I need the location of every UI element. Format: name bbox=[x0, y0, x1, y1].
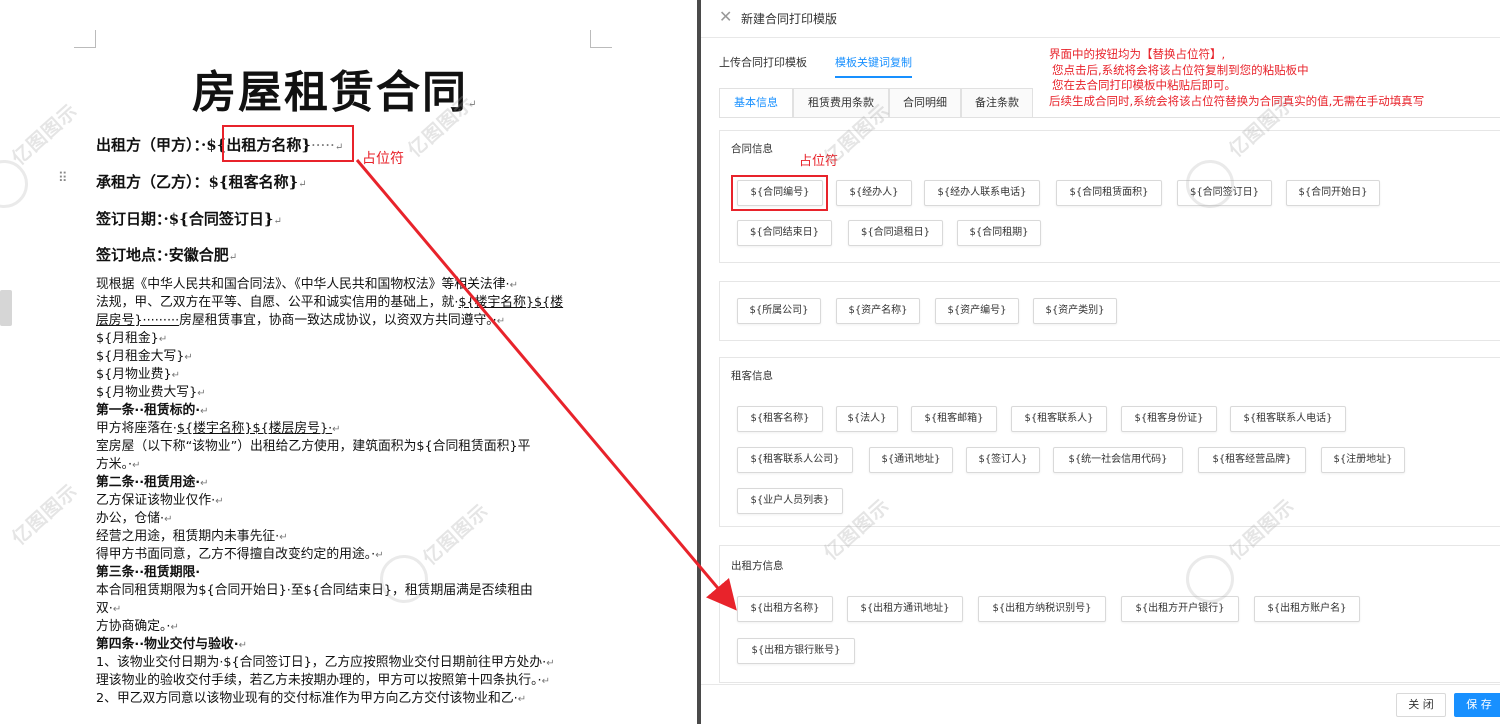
body-line: ${月租金}↵ bbox=[96, 331, 168, 346]
chip-tenant-email[interactable]: ${租客邮箱} bbox=[911, 406, 997, 432]
body-line: 方协商确定。·↵ bbox=[96, 619, 179, 634]
article-heading: 第二条··租赁用途·↵ bbox=[96, 475, 209, 490]
article-heading: 第一条··租赁标的·↵ bbox=[96, 403, 209, 418]
chip-lessor-address[interactable]: ${出租方通讯地址} bbox=[847, 596, 963, 622]
save-button[interactable]: 保 存 bbox=[1454, 693, 1500, 717]
body-line: 得甲方书面同意，乙方不得擅自改变约定的用途。·↵ bbox=[96, 547, 384, 562]
chip-lease-term[interactable]: ${合同租期} bbox=[957, 220, 1041, 246]
article-heading: 第三条··租赁期限· bbox=[96, 565, 201, 580]
chip-company[interactable]: ${所属公司} bbox=[737, 298, 821, 324]
chip-start-date[interactable]: ${合同开始日} bbox=[1286, 180, 1380, 206]
watermark: 亿图图示 bbox=[7, 479, 83, 550]
new-print-template-dialog: ✕ 新建合同打印模版 上传合同打印模板 模板关键词复制 界面中的按钮均为【替换占… bbox=[701, 0, 1500, 724]
chip-credit-code[interactable]: ${统一社会信用代码} bbox=[1053, 447, 1183, 473]
lessee-line: 承租方（乙方）：${租客名称}↵ bbox=[96, 173, 307, 191]
section-title: 出租方信息 bbox=[731, 560, 784, 572]
body-line: 经营之用途，租赁期内未事先征·↵ bbox=[96, 529, 288, 544]
chip-lessor-name[interactable]: ${出租方名称} bbox=[737, 596, 833, 622]
article-heading: 第四条··物业交付与验收·↵ bbox=[96, 637, 247, 652]
watermark: 亿图图示 bbox=[7, 99, 83, 170]
tabs-underline bbox=[719, 117, 1500, 118]
dialog-footer: 关 闭 保 存 bbox=[701, 684, 1500, 724]
tab-upload-template[interactable]: 上传合同打印模板 bbox=[719, 54, 807, 76]
chip-lessor-bank[interactable]: ${出租方开户银行} bbox=[1121, 596, 1239, 622]
body-line: 理该物业的验收交付手续，若乙方未按期办理的，甲方可以按照第十四条执行。·↵ bbox=[96, 673, 550, 688]
body-line: ${月物业费大写}↵ bbox=[96, 385, 206, 400]
chip-lessor-bank-account[interactable]: ${出租方银行账号} bbox=[737, 638, 855, 664]
body-line: 现根据《中华人民共和国合同法》、《中华人民共和国物权法》等相关法律·↵ bbox=[96, 277, 518, 292]
chip-legal-person[interactable]: ${法人} bbox=[836, 406, 898, 432]
chip-registered-address[interactable]: ${注册地址} bbox=[1321, 447, 1405, 473]
chip-end-date[interactable]: ${合同结束日} bbox=[737, 220, 832, 246]
instruction-note: 界面中的按钮均为【替换占位符】, 您点击后,系统将会将该占位符复制到您的粘贴板中… bbox=[1049, 47, 1425, 108]
contract-body: 现根据《中华人民共和国合同法》、《中华人民共和国物权法》等相关法律·↵ 法规，甲… bbox=[96, 276, 616, 708]
contract-no-highlight bbox=[731, 175, 828, 211]
chip-signer[interactable]: ${签订人} bbox=[966, 447, 1040, 473]
tab-rent-fee-terms[interactable]: 租赁费用条款 bbox=[793, 88, 889, 118]
section-title: 合同信息 bbox=[731, 143, 773, 155]
chip-tenant-contact-company[interactable]: ${租客联系人公司} bbox=[737, 447, 853, 473]
body-line: 方米。·↵ bbox=[96, 457, 141, 472]
chip-handler[interactable]: ${经办人} bbox=[836, 180, 912, 206]
sign-date-line: 签订日期：·${合同签订日}↵ bbox=[96, 210, 282, 228]
watermark-logo-icon bbox=[0, 150, 38, 218]
tab-remark-terms[interactable]: 备注条款 bbox=[961, 88, 1033, 118]
chip-lessor-account-name[interactable]: ${出租方账户名} bbox=[1254, 596, 1360, 622]
chip-occupant-list[interactable]: ${业户人员列表} bbox=[737, 488, 843, 514]
body-line: 室房屋（以下称“该物业”）出租给乙方使用，建筑面积为${合同租赁面积}平 bbox=[96, 439, 531, 454]
body-line: 层房号}·········房屋租赁事宜，协商一致达成协议，以资双方共同遵守。·↵ bbox=[96, 313, 506, 328]
body-line: ${月租金大写}↵ bbox=[96, 349, 193, 364]
crop-mark-top-left bbox=[74, 30, 96, 48]
placeholder-annotation: 占位符 bbox=[362, 151, 404, 167]
chip-mailing-address[interactable]: ${通讯地址} bbox=[869, 447, 953, 473]
chip-asset-type[interactable]: ${资产类别} bbox=[1033, 298, 1117, 324]
document-pane: ⠿ 房屋租赁合同↵ 出租方（甲方）：·${出租方名称}·····↵ 占位符 承租… bbox=[0, 0, 698, 724]
body-line: 2、甲乙双方同意以该物业现有的交付标准作为甲方向乙方交付该物业和乙·↵ bbox=[96, 691, 527, 706]
dialog-title: 新建合同打印模版 bbox=[741, 12, 838, 26]
sign-place-line: 签订地点：·安徽合肥↵ bbox=[96, 246, 238, 264]
chip-handler-phone[interactable]: ${经办人联系电话} bbox=[924, 180, 1040, 206]
drag-handle-icon[interactable]: ⠿ bbox=[58, 172, 68, 185]
dialog-header: ✕ 新建合同打印模版 bbox=[701, 0, 1500, 38]
chip-asset-name[interactable]: ${资产名称} bbox=[836, 298, 920, 324]
document-title: 房屋租赁合同↵ bbox=[192, 67, 479, 118]
placeholder-annotation: 占位符 bbox=[799, 154, 839, 169]
chip-lessor-tax-id[interactable]: ${出租方纳税识别号} bbox=[978, 596, 1106, 622]
lessor-placeholder-highlight bbox=[222, 125, 354, 162]
tab-basic-info[interactable]: 基本信息 bbox=[719, 88, 793, 118]
chip-asset-no[interactable]: ${资产编号} bbox=[935, 298, 1019, 324]
chip-lease-area[interactable]: ${合同租赁面积} bbox=[1056, 180, 1162, 206]
chip-tenant-contact-phone[interactable]: ${租客联系人电话} bbox=[1230, 406, 1346, 432]
tab-keyword-copy[interactable]: 模板关键词复制 bbox=[835, 54, 912, 78]
side-panel-tab[interactable] bbox=[0, 290, 12, 326]
close-button[interactable]: 关 闭 bbox=[1396, 693, 1446, 717]
chip-tenant-brand[interactable]: ${租客经营品牌} bbox=[1198, 447, 1306, 473]
body-line: 1、该物业交付日期为·${合同签订日}，乙方应按照物业交付日期前往甲方处办·↵ bbox=[96, 655, 555, 670]
chip-tenant-name[interactable]: ${租客名称} bbox=[737, 406, 823, 432]
body-line: 办公，仓储·↵ bbox=[96, 511, 173, 526]
chip-tenant-id[interactable]: ${租客身份证} bbox=[1121, 406, 1217, 432]
crop-mark-top-right bbox=[590, 30, 612, 48]
chip-sign-date[interactable]: ${合同签订日} bbox=[1177, 180, 1272, 206]
body-line: 双·↵ bbox=[96, 601, 122, 616]
chip-tenant-contact[interactable]: ${租客联系人} bbox=[1011, 406, 1107, 432]
body-line: 本合同租赁期限为${合同开始日}·至${合同结束日}，租赁期届满是否续租由 bbox=[96, 583, 533, 598]
close-icon[interactable]: ✕ bbox=[719, 8, 732, 26]
body-line: 乙方保证该物业仅作·↵ bbox=[96, 493, 224, 508]
body-line: 法规，甲、乙双方在平等、自愿、公平和诚实信用的基础上，就·${楼宇名称}${楼 bbox=[96, 295, 564, 310]
body-line: ${月物业费}↵ bbox=[96, 367, 181, 382]
body-line: 甲方将座落在·${楼宇名称}${楼层房号}·↵ bbox=[96, 421, 341, 436]
tab-contract-details[interactable]: 合同明细 bbox=[889, 88, 961, 118]
section-title: 租客信息 bbox=[731, 370, 773, 382]
chip-checkout-date[interactable]: ${合同退租日} bbox=[848, 220, 943, 246]
